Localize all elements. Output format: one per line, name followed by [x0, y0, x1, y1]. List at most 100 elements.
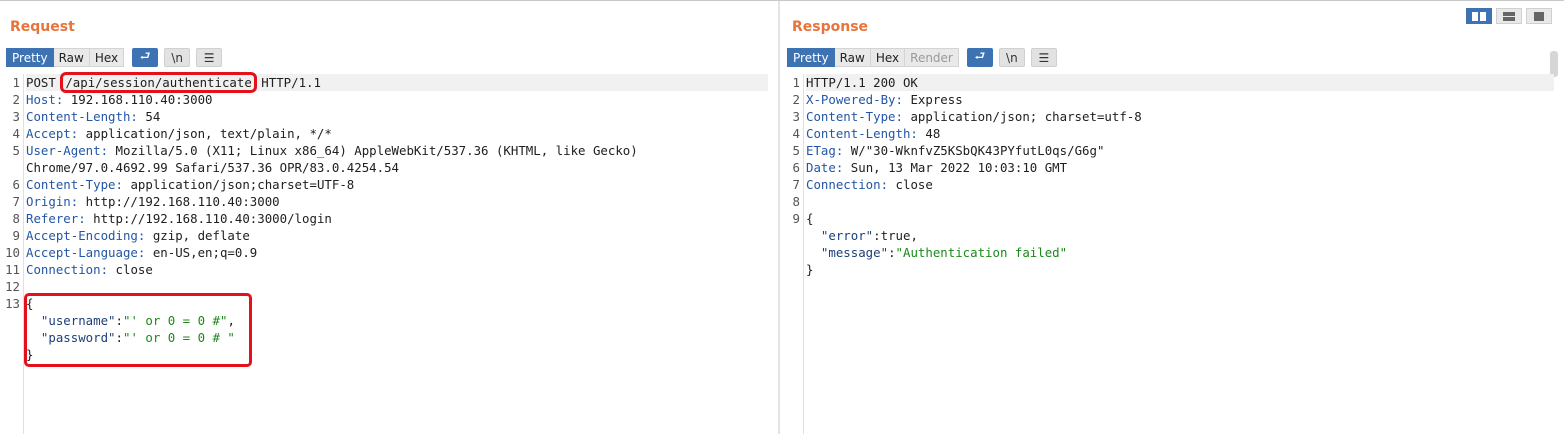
response-editor[interactable]: 1 HTTP/1.1 200 OK 2 X-Powered-By: Express 3 C…	[780, 74, 1564, 434]
request-title: Request	[10, 19, 75, 35]
code-line: }	[806, 261, 1554, 278]
header-name: Connection:	[26, 262, 109, 277]
header-name: Connection:	[806, 177, 889, 192]
line-number: 9	[12, 228, 20, 243]
code-line: 6 Content-Type: application/json;charset=…	[13, 176, 768, 193]
line-number: 1	[12, 75, 20, 90]
line-number: 1	[792, 75, 800, 90]
tab-hex[interactable]: Hex	[870, 48, 906, 67]
code-line: 2 Host: 192.168.110.40:3000	[13, 91, 768, 108]
header-value: close	[888, 177, 933, 192]
line-number: 6	[12, 177, 20, 192]
header-value: Mozilla/5.0 (X11; Linux x86_64) AppleWeb…	[108, 143, 638, 158]
line-number: 5	[792, 143, 800, 158]
header-value: 192.168.110.40:3000	[63, 92, 213, 107]
line-number: 3	[12, 109, 20, 124]
code-line: 4 Accept: application/json, text/plain, *…	[13, 125, 768, 142]
code-line: "message":"Authentication failed"	[806, 244, 1554, 261]
newline-toggle-icon[interactable]: \n	[998, 48, 1025, 67]
line-text: HTTP/1.1 200 OK	[806, 75, 918, 90]
header-value: http://192.168.110.40:3000	[78, 194, 280, 209]
code-line: 9{	[793, 210, 1554, 227]
menu-icon[interactable]: ☰	[1030, 48, 1057, 67]
request-code[interactable]: 1 POST /api/session/authenticate HTTP/1.1…	[5, 72, 768, 434]
line-number: 4	[12, 126, 20, 141]
tab-pretty[interactable]: Pretty	[787, 48, 835, 67]
request-toolbar: Pretty Raw Hex ⮐ \n ☰	[6, 48, 223, 67]
response-panel: Response Pretty Raw Hex Render ⮐ \n ☰ 1H…	[780, 1, 1564, 434]
line-number: 8	[792, 194, 800, 209]
header-value: 54	[137, 109, 161, 124]
line-number: 7	[12, 194, 20, 209]
header-name: User-Agent:	[26, 143, 109, 158]
tab-render[interactable]: Render	[905, 48, 959, 67]
split-view-icon[interactable]	[1466, 8, 1492, 24]
header-value: Sun, 13 Mar 2022 10:03:10 GMT	[843, 160, 1068, 175]
http-protocol: HTTP/1.1	[261, 75, 321, 90]
response-toolbar: Pretty Raw Hex Render ⮐ \n ☰	[787, 48, 1057, 67]
response-title: Response	[792, 19, 869, 35]
line-number: 12	[5, 279, 20, 294]
code-line: 2 X-Powered-By: Express	[793, 91, 1554, 108]
json-comma: ,	[910, 228, 918, 243]
header-name: Content-Length:	[806, 126, 918, 141]
code-line: 7 Connection: close	[793, 176, 1554, 193]
header-name: X-Powered-By:	[806, 92, 903, 107]
newline-toggle-icon[interactable]: \n	[164, 48, 191, 67]
header-name: Accept-Language:	[26, 245, 146, 260]
single-view-icon[interactable]	[1526, 8, 1552, 24]
code-line: 11 Connection: close	[5, 261, 768, 278]
line-number: 9	[792, 211, 800, 226]
code-line: "error":true,	[806, 227, 1554, 244]
json-literal-value: true	[880, 228, 911, 243]
json-key: "message"	[820, 245, 889, 260]
wrap-lines-icon[interactable]: ⮐	[132, 48, 159, 67]
code-line: 8	[793, 193, 1554, 210]
tab-raw[interactable]: Raw	[53, 48, 90, 67]
line-number: 2	[792, 92, 800, 107]
header-name: ETag:	[806, 143, 844, 158]
code-line: 3 Content-Length: 54	[13, 108, 768, 125]
header-name: Content-Length:	[26, 109, 138, 124]
http-method: POST	[26, 75, 56, 90]
header-value: W/"30-WknfvZ5KSbQK43PYfutL0qs/G6g"	[843, 143, 1105, 158]
header-name: Date:	[806, 160, 844, 175]
code-line: 5 User-Agent: Mozilla/5.0 (X11; Linux x86…	[13, 142, 768, 159]
code-line: Chrome/97.0.4692.99 Safari/537.36 OPR/83…	[26, 159, 768, 176]
header-value-continued: Chrome/97.0.4692.99 Safari/537.36 OPR/83…	[26, 160, 399, 175]
header-value: close	[108, 262, 153, 277]
wrap-lines-icon[interactable]: ⮐	[966, 48, 993, 67]
code-line: 1 HTTP/1.1 200 OK	[793, 74, 1554, 91]
header-name: Accept-Encoding:	[26, 228, 146, 243]
header-value: 48	[917, 126, 941, 141]
code-line: 3 Content-Type: application/json; charset…	[793, 108, 1554, 125]
header-value: Express	[902, 92, 963, 107]
tab-pretty[interactable]: Pretty	[6, 48, 54, 67]
line-number: 10	[5, 245, 20, 260]
header-name: Content-Type:	[806, 109, 903, 124]
line-number: 6	[792, 160, 800, 175]
stacked-view-icon[interactable]	[1496, 8, 1522, 24]
code-line: 1 POST /api/session/authenticate HTTP/1.1	[13, 72, 768, 93]
request-panel: Request Pretty Raw Hex ⮐ \n ☰ 1 POST /api…	[0, 1, 778, 434]
line-text: }	[806, 262, 814, 277]
tab-hex[interactable]: Hex	[89, 48, 125, 67]
json-colon: :	[873, 228, 881, 243]
line-number: 11	[5, 262, 20, 277]
line-number: 4	[792, 126, 800, 141]
header-name: Content-Type:	[26, 177, 123, 192]
line-number: 13	[5, 296, 20, 311]
menu-icon[interactable]: ☰	[196, 48, 223, 67]
line-text: {	[806, 211, 814, 226]
response-code[interactable]: 1 HTTP/1.1 200 OK 2 X-Powered-By: Express 3 C…	[793, 74, 1554, 434]
header-value: gzip, deflate	[145, 228, 250, 243]
code-line: 8 Referer: http://192.168.110.40:3000/log…	[13, 210, 768, 227]
line-number: 5	[12, 143, 20, 158]
request-editor[interactable]: 1 POST /api/session/authenticate HTTP/1.1…	[0, 72, 778, 434]
code-line: 6 Date: Sun, 13 Mar 2022 10:03:10 GMT	[793, 159, 1554, 176]
code-line: 5 ETag: W/"30-WknfvZ5KSbQK43PYfutL0qs/G6g…	[793, 142, 1554, 159]
tab-raw[interactable]: Raw	[834, 48, 871, 67]
header-value: http://192.168.110.40:3000/login	[85, 211, 332, 226]
